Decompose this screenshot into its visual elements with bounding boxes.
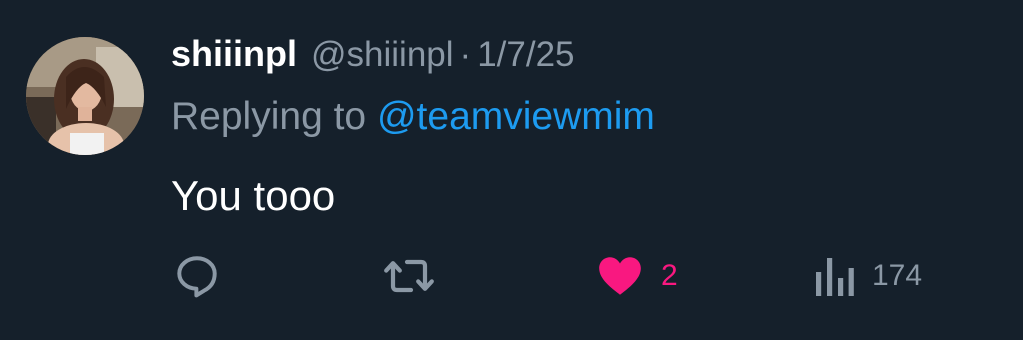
views-icon: [816, 258, 854, 296]
reply-icon: [177, 256, 217, 298]
retweet-icon: [384, 259, 434, 293]
reply-button[interactable]: [172, 250, 222, 302]
views-count: 174: [872, 259, 923, 292]
heart-icon: [599, 257, 641, 295]
views-button[interactable]: 174: [812, 250, 922, 302]
separator-dot: ·: [459, 35, 472, 74]
user-handle[interactable]: @shiiinpl: [311, 35, 454, 75]
reply-mention-link[interactable]: @teamviewmim: [377, 95, 655, 138]
tweet-text: You tooo: [171, 172, 336, 219]
avatar[interactable]: [26, 37, 144, 155]
tweet-date[interactable]: 1/7/25: [477, 35, 574, 75]
retweet-button[interactable]: [381, 250, 437, 302]
like-button[interactable]: 2: [595, 250, 678, 302]
avatar-photo: [26, 37, 144, 155]
display-name[interactable]: shiiinpl: [171, 33, 297, 75]
like-count: 2: [661, 259, 678, 292]
tweet-header: shiiinpl @shiiinpl · 1/7/25: [171, 33, 575, 79]
tweet[interactable]: shiiinpl @shiiinpl · 1/7/25 Replying to …: [0, 0, 1023, 340]
reply-context: Replying to @teamviewmim: [171, 95, 655, 139]
reply-prefix: Replying to: [171, 95, 377, 138]
